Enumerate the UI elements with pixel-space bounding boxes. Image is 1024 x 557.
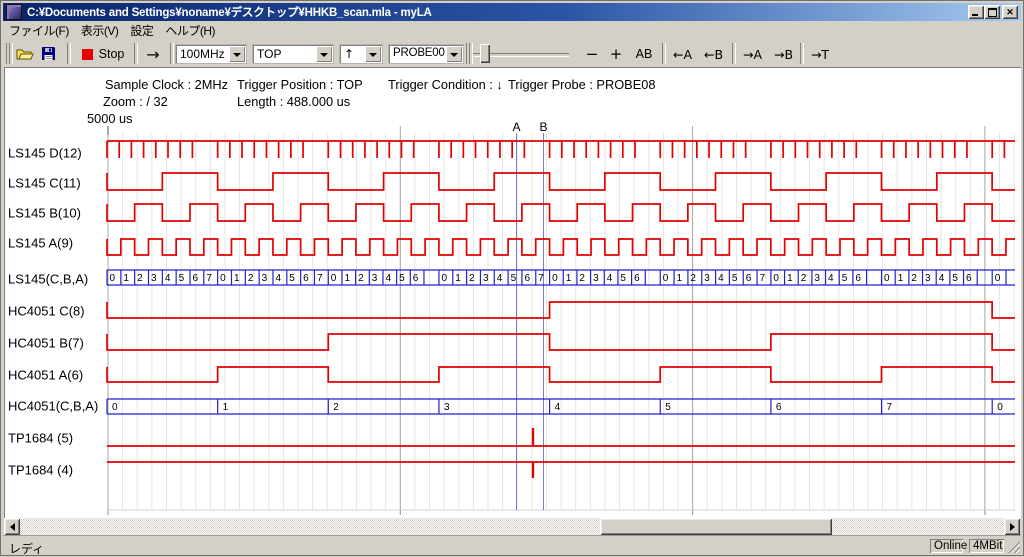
bus-value: 3 [925,273,931,284]
sample-clock-info: Sample Clock : 2MHz [105,77,228,92]
bus-value: 6 [855,273,861,284]
bus-value: 3 [814,273,820,284]
bus-value: 1 [223,402,229,413]
bus-value: 1 [344,273,350,284]
bus-value: 7 [206,273,212,284]
bus-value: 0 [884,273,890,284]
bus-value: 7 [538,273,544,284]
bus-value: 1 [455,273,461,284]
bus-value: 2 [333,402,339,413]
bus-value: 0 [441,273,447,284]
zoom-info: Zoom : / 32 [103,94,168,109]
channel-label: LS145 A(9) [8,236,73,251]
bus-value: 5 [179,273,185,284]
channel-label: LS145 B(10) [8,206,81,221]
channel-label: LS145 D(12) [8,146,82,161]
bus-value: 2 [248,273,254,284]
bus-value: 4 [275,273,281,284]
bus-value: 4 [497,273,503,284]
bus-value: 2 [137,273,143,284]
trigger-probe-info: Trigger Probe : PROBE08 [508,77,655,92]
channel-label: LS145(C,B,A) [8,272,88,287]
bus-value: 0 [997,402,1003,413]
channel-label: HC4051 C(8) [8,304,85,319]
bus-value: 6 [634,273,640,284]
bus-value: 0 [773,273,779,284]
bus-value: 1 [677,273,683,284]
bus-value: 4 [385,273,391,284]
bus-value: 2 [358,273,364,284]
bus-value: 2 [469,273,475,284]
bus-value: 5 [399,273,405,284]
bus-value: 3 [483,273,489,284]
bus-value: 1 [566,273,572,284]
bus-value: 0 [220,273,226,284]
length-info: Length : 488.000 us [237,94,350,109]
bus-value: 6 [524,273,530,284]
bus-value: 6 [966,273,972,284]
time-scale-label: 5000 us [87,111,133,126]
cursor-label-A: A [512,120,520,134]
channel-label: LS145 C(11) [8,176,81,191]
bus-value: 3 [372,273,378,284]
bus-value: 4 [165,273,171,284]
channel-label: HC4051 A(6) [8,368,83,383]
bus-value: 2 [801,273,807,284]
bus-value: 5 [665,402,671,413]
channel-label: TP1684 (4) [8,463,73,478]
bus-value: 7 [887,402,893,413]
bus-value: 1 [898,273,904,284]
bus-value: 5 [289,273,295,284]
bus-value: 3 [704,273,710,284]
bus-value: 0 [663,273,669,284]
bus-value: 0 [112,402,118,413]
bus-value: 2 [579,273,585,284]
bus-value: 1 [123,273,129,284]
bus-value: 4 [555,402,561,413]
bus-value: 5 [620,273,626,284]
bus-value: 7 [317,273,323,284]
bus-value: 5 [842,273,848,284]
bus-value: 1 [787,273,793,284]
bus-value: 7 [760,273,766,284]
bus-value: 5 [511,273,517,284]
bus-value: 4 [718,273,724,284]
bus-value: 4 [607,273,613,284]
bus-value: 6 [192,273,198,284]
bus-value: 1 [234,273,240,284]
bus-value: 0 [110,273,116,284]
cursor-label-B: B [539,120,547,134]
bus-value: 4 [939,273,945,284]
channel-label: HC4051 B(7) [8,336,84,351]
bus-value: 6 [776,402,782,413]
channel-label: HC4051(C,B,A) [8,399,98,414]
bus-value: 0 [552,273,558,284]
bus-value: 0 [995,273,1001,284]
bus-value: 3 [262,273,268,284]
bus-value: 6 [303,273,309,284]
bus-value: 3 [593,273,599,284]
bus-value: 2 [690,273,696,284]
channel-label: TP1684 (5) [8,431,73,446]
bus-value: 6 [746,273,752,284]
bus-value: 3 [444,402,450,413]
bus-value: 5 [952,273,958,284]
bus-value: 4 [828,273,834,284]
bus-value: 0 [331,273,337,284]
bus-value: 5 [732,273,738,284]
bus-value: 2 [911,273,917,284]
bus-value: 3 [151,273,157,284]
trigger-position-info: Trigger Position : TOP [237,77,363,92]
trigger-condition-info: Trigger Condition : ↓ [388,77,503,92]
bus-value: 6 [413,273,419,284]
